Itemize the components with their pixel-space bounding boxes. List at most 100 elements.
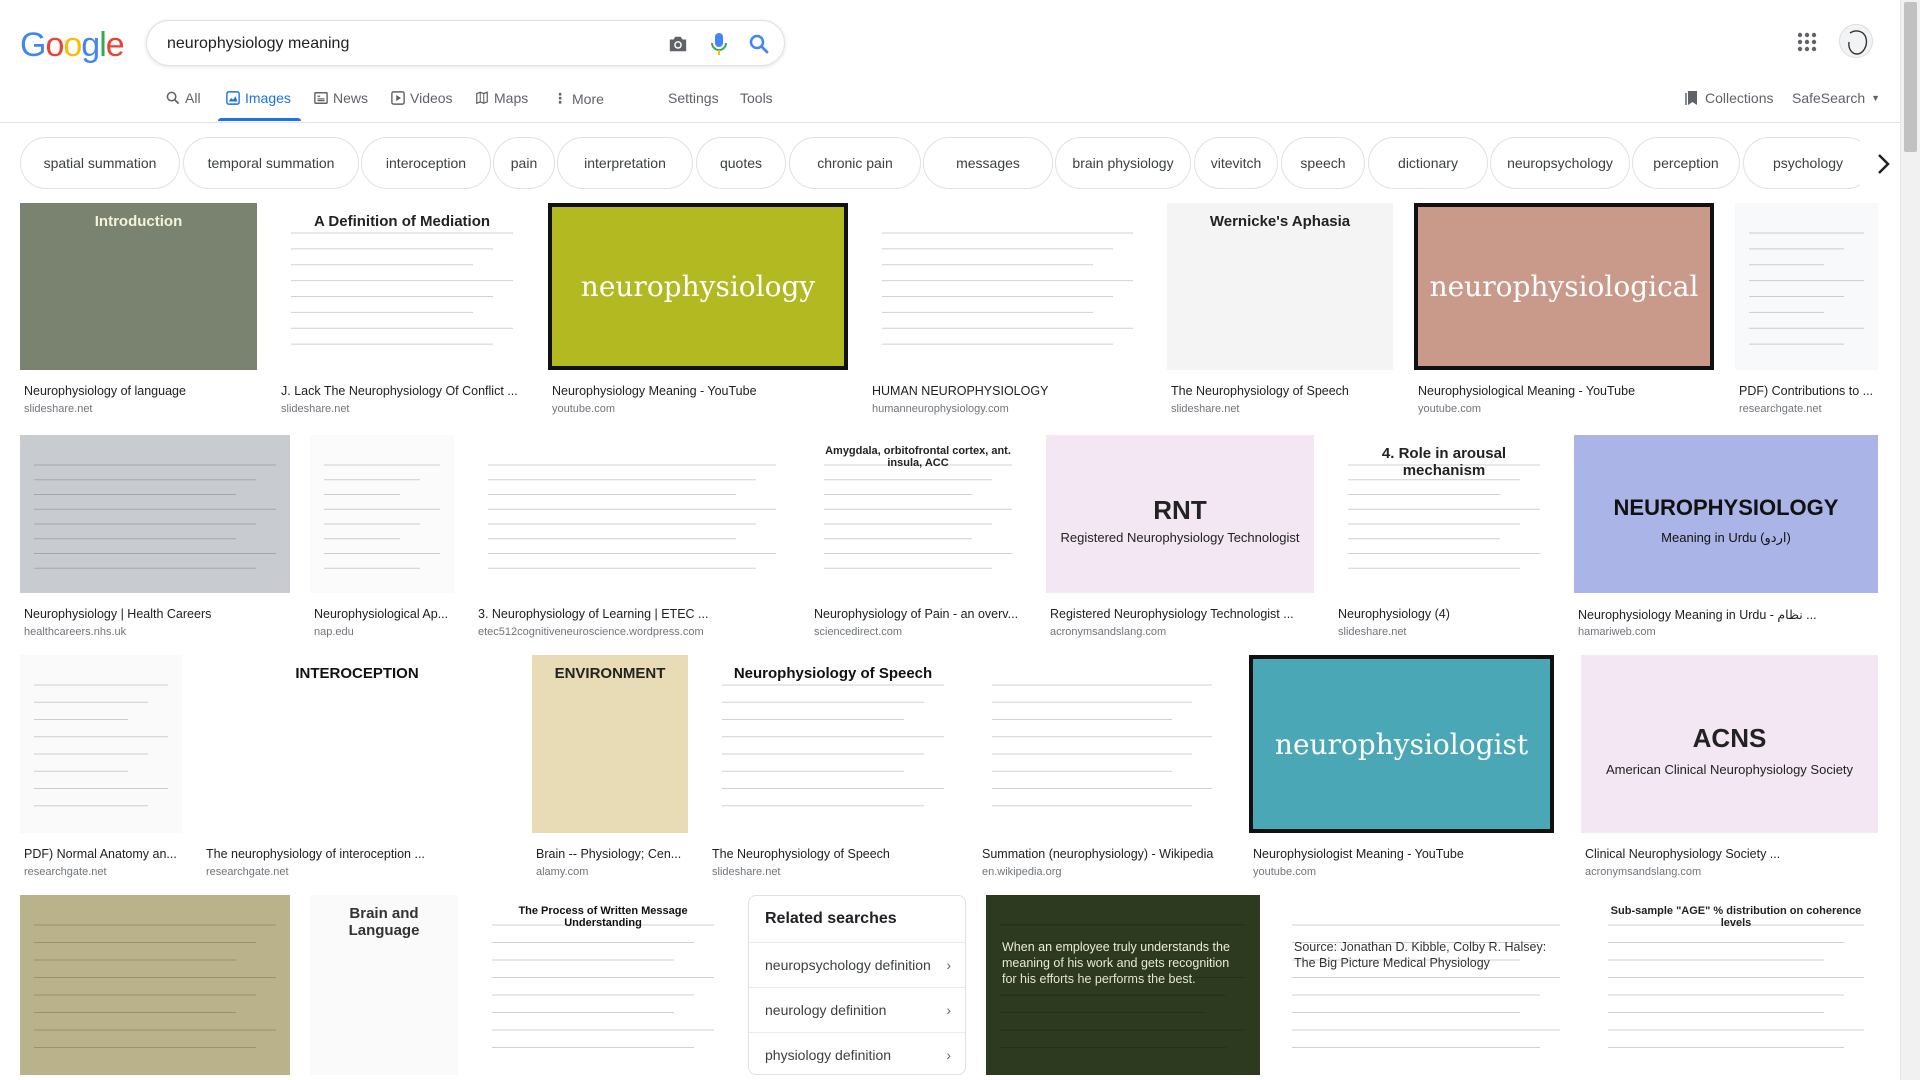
chip-pain[interactable]: pain: [493, 137, 555, 189]
result-thumbnail[interactable]: Neurophysiology of Speech: [708, 655, 958, 833]
result-title[interactable]: PDF) Normal Anatomy an...: [24, 847, 180, 861]
search-box[interactable]: [146, 20, 785, 66]
image-result[interactable]: PDF) Contributions to ... researchgate.ne…: [1735, 203, 1878, 424]
result-thumbnail[interactable]: RNT Registered Neurophysiology Technologi…: [1046, 435, 1314, 593]
image-result[interactable]: [20, 895, 290, 1080]
image-result[interactable]: Neurophysiological Ap... nap.edu: [310, 435, 454, 647]
camera-icon[interactable]: [666, 32, 690, 56]
collections-link[interactable]: Collections: [1685, 90, 1773, 106]
result-title[interactable]: Neurophysiological Meaning - YouTube: [1418, 384, 1712, 398]
result-thumbnail[interactable]: [310, 435, 454, 593]
page-scrollbar[interactable]: [1900, 0, 1920, 1080]
result-title[interactable]: Summation (neurophysiology) - Wikipedia: [982, 847, 1224, 861]
image-result[interactable]: Wernicke's Aphasia The Neurophysiology of…: [1167, 203, 1393, 424]
image-result[interactable]: Summation (neurophysiology) - Wikipedia e…: [978, 655, 1226, 887]
result-title[interactable]: The neurophysiology of interoception ...: [206, 847, 510, 861]
result-title[interactable]: Neurophysiology Meaning - YouTube: [552, 384, 846, 398]
result-thumbnail[interactable]: Amygdala, orbitofrontal cortex, ant. ins…: [810, 435, 1026, 593]
settings-link[interactable]: Settings: [668, 90, 719, 106]
chip-quotes[interactable]: quotes: [696, 137, 786, 189]
chip-dictionary[interactable]: dictionary: [1368, 137, 1488, 189]
chip-perception[interactable]: perception: [1632, 137, 1740, 189]
image-result[interactable]: NEUROPHYSIOLOGY Meaning in Urdu (اردو) Neu…: [1574, 435, 1878, 647]
result-thumbnail[interactable]: [20, 435, 290, 593]
chip-interpretation[interactable]: interpretation: [557, 137, 693, 189]
search-input[interactable]: [167, 33, 647, 55]
result-thumbnail[interactable]: A Definition of Mediation: [277, 203, 527, 370]
result-thumbnail[interactable]: ENVIRONMENT: [532, 655, 688, 833]
image-result[interactable]: neurophysiological Neurophysiological Mea…: [1414, 203, 1714, 424]
result-title[interactable]: Neurophysiology | Health Careers: [24, 607, 288, 621]
microphone-icon[interactable]: [707, 32, 731, 56]
result-title[interactable]: HUMAN NEUROPHYSIOLOGY: [872, 384, 1145, 398]
result-title[interactable]: Clinical Neurophysiology Society ...: [1585, 847, 1876, 861]
chip-psychology[interactable]: psychology: [1743, 137, 1860, 189]
image-result[interactable]: 3. Neurophysiology of Learning | ETEC ..…: [474, 435, 790, 647]
result-thumbnail[interactable]: ACNS American Clinical Neurophysiology So…: [1581, 655, 1878, 833]
account-avatar[interactable]: [1839, 24, 1873, 58]
image-result[interactable]: Source: Jonathan D. Kibble, Colby R. Hal…: [1278, 895, 1574, 1080]
tab-all[interactable]: All: [166, 90, 201, 106]
chip-vitevitch[interactable]: vitevitch: [1194, 137, 1278, 189]
tab-videos[interactable]: Videos: [391, 90, 453, 106]
result-thumbnail[interactable]: [20, 655, 182, 833]
chip-chronic-pain[interactable]: chronic pain: [789, 137, 921, 189]
image-result[interactable]: Introduction Neurophysiology of language s…: [20, 203, 257, 424]
image-result[interactable]: ENVIRONMENT Brain -- Physiology; Cen... al…: [532, 655, 688, 887]
search-icon[interactable]: [747, 32, 771, 56]
result-thumbnail[interactable]: 4. Role in arousal mechanism: [1334, 435, 1554, 593]
result-thumbnail[interactable]: INTEROCEPTION: [202, 655, 512, 833]
image-result[interactable]: 4. Role in arousal mechanism Neurophysiol…: [1334, 435, 1554, 647]
image-result[interactable]: Amygdala, orbitofrontal cortex, ant. ins…: [810, 435, 1026, 647]
tab-maps[interactable]: Maps: [475, 90, 528, 106]
chip-messages[interactable]: messages: [923, 137, 1053, 189]
image-result[interactable]: PDF) Normal Anatomy an... researchgate.ne…: [20, 655, 182, 887]
result-title[interactable]: PDF) Contributions to ...: [1739, 384, 1876, 398]
result-thumbnail[interactable]: When an employee truly understands the m…: [986, 895, 1260, 1075]
chip-brain-physiology[interactable]: brain physiology: [1055, 137, 1191, 189]
result-thumbnail[interactable]: Source: Jonathan D. Kibble, Colby R. Hal…: [1278, 895, 1574, 1075]
image-result[interactable]: neurophysiology Neurophysiology Meaning -…: [548, 203, 848, 424]
result-title[interactable]: 3. Neurophysiology of Learning | ETEC ..…: [478, 607, 788, 621]
chip-spatial-summation[interactable]: spatial summation: [20, 137, 180, 189]
image-result[interactable]: INTEROCEPTION The neurophysiology of inte…: [202, 655, 512, 887]
result-title[interactable]: Neurophysiological Ap...: [314, 607, 452, 621]
result-title[interactable]: J. Lack The Neurophysiology Of Conflict …: [281, 384, 525, 398]
result-thumbnail[interactable]: Sub-sample "AGE" % distribution on coher…: [1594, 895, 1878, 1075]
result-title[interactable]: The Neurophysiology of Speech: [1171, 384, 1391, 398]
result-thumbnail[interactable]: [1735, 203, 1878, 370]
image-result[interactable]: When an employee truly understands the m…: [986, 895, 1260, 1080]
image-result[interactable]: The Process of Written Message Understan…: [478, 895, 728, 1080]
apps-grid-icon[interactable]: [1795, 30, 1819, 54]
result-thumbnail[interactable]: [978, 655, 1226, 833]
chip-interoception[interactable]: interoception: [361, 137, 491, 189]
result-thumbnail[interactable]: The Process of Written Message Understan…: [478, 895, 728, 1075]
image-result[interactable]: ACNS American Clinical Neurophysiology So…: [1581, 655, 1878, 887]
result-title[interactable]: Registered Neurophysiology Technologist …: [1050, 607, 1312, 621]
image-result[interactable]: Neurophysiology of Speech The Neurophysio…: [708, 655, 958, 887]
scrollbar-thumb[interactable]: [1904, 2, 1917, 152]
tools-link[interactable]: Tools: [740, 90, 773, 106]
related-search-item[interactable]: neurology definition ›: [749, 987, 965, 1031]
google-logo[interactable]: Google: [20, 26, 125, 65]
result-title[interactable]: Brain -- Physiology; Cen...: [536, 847, 686, 861]
result-title[interactable]: Neurophysiology (4): [1338, 607, 1552, 621]
safesearch-dropdown[interactable]: SafeSearch ▼: [1792, 90, 1880, 106]
image-result[interactable]: Brain and Language: [310, 895, 458, 1080]
chip-speech[interactable]: speech: [1281, 137, 1365, 189]
tab-more[interactable]: ⋮ More: [553, 90, 604, 107]
result-thumbnail[interactable]: Introduction: [20, 203, 257, 370]
result-thumbnail[interactable]: Brain and Language: [310, 895, 458, 1075]
result-title[interactable]: The Neurophysiology of Speech: [712, 847, 956, 861]
result-thumbnail[interactable]: neurophysiologist: [1249, 655, 1554, 833]
tab-images[interactable]: Images: [226, 90, 291, 106]
result-thumbnail[interactable]: [474, 435, 790, 593]
result-thumbnail[interactable]: NEUROPHYSIOLOGY Meaning in Urdu (اردو): [1574, 435, 1878, 593]
image-result[interactable]: HUMAN NEUROPHYSIOLOGY humanneurophysiolog…: [868, 203, 1147, 424]
result-title[interactable]: Neurophysiology of Pain - an overv...: [814, 607, 1024, 621]
result-title[interactable]: Neurophysiologist Meaning - YouTube: [1253, 847, 1552, 861]
result-thumbnail[interactable]: [868, 203, 1147, 370]
image-result[interactable]: RNT Registered Neurophysiology Technologi…: [1046, 435, 1314, 647]
result-title[interactable]: Neurophysiology of language: [24, 384, 255, 398]
chip-temporal-summation[interactable]: temporal summation: [183, 137, 359, 189]
